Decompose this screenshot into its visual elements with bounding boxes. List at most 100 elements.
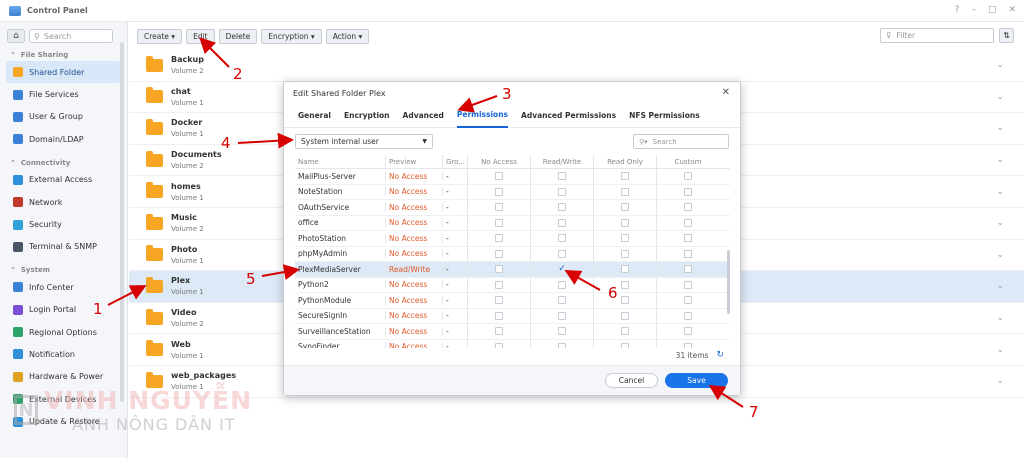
chevron-down-icon[interactable]: ⌄ — [996, 187, 1004, 197]
read-write-checkbox[interactable] — [558, 203, 566, 212]
permission-row[interactable]: phpMyAdmin No Access - — [295, 246, 730, 262]
read-only-checkbox[interactable] — [621, 203, 629, 212]
home-button[interactable]: ⌂ — [7, 29, 25, 43]
no-access-checkbox[interactable] — [495, 327, 503, 336]
encryption-button[interactable]: Encryption ▾ — [261, 28, 322, 44]
permission-row[interactable]: SurveillanceStation No Access - — [295, 324, 730, 340]
col-read-write[interactable]: Read/Write — [530, 155, 593, 168]
maximize-icon[interactable]: □ — [988, 5, 997, 15]
read-only-checkbox[interactable] — [621, 172, 629, 181]
permission-row[interactable]: PlexMediaServer Read/Write - ✓ — [295, 262, 730, 278]
no-access-checkbox[interactable] — [495, 265, 503, 274]
chevron-down-icon[interactable]: ⌄ — [996, 92, 1004, 102]
custom-checkbox[interactable] — [684, 172, 692, 181]
sidebar-item[interactable]: External Access — [0, 169, 127, 191]
read-write-checkbox[interactable] — [558, 234, 566, 243]
no-access-checkbox[interactable] — [495, 249, 503, 258]
no-access-checkbox[interactable] — [495, 311, 503, 320]
close-icon[interactable]: ✕ — [1008, 5, 1016, 15]
col-no-access[interactable]: No Access — [467, 155, 530, 168]
read-write-checkbox[interactable] — [558, 327, 566, 336]
read-only-checkbox[interactable] — [621, 218, 629, 227]
help-icon[interactable]: ? — [955, 5, 960, 15]
read-write-checkbox[interactable] — [558, 311, 566, 320]
sidebar-section-header[interactable]: ⌃ Connectivity — [0, 157, 127, 169]
chevron-down-icon[interactable]: ⌄ — [996, 218, 1004, 228]
custom-checkbox[interactable] — [684, 218, 692, 227]
sort-button[interactable]: ⇅ — [999, 28, 1014, 43]
chevron-down-icon[interactable]: ⌄ — [996, 345, 1004, 355]
dialog-close-icon[interactable]: ✕ — [722, 87, 730, 98]
folder-row[interactable]: Backup Volume 2 ⌄ — [129, 50, 1024, 82]
tab-general[interactable]: General — [298, 104, 331, 128]
delete-button[interactable]: Delete — [218, 28, 258, 44]
read-only-checkbox[interactable] — [621, 187, 629, 196]
col-name[interactable]: Name — [295, 155, 385, 168]
custom-checkbox[interactable] — [684, 280, 692, 289]
read-write-checkbox[interactable] — [558, 218, 566, 227]
refresh-icon[interactable]: ↻ — [716, 350, 724, 360]
no-access-checkbox[interactable] — [495, 187, 503, 196]
col-preview[interactable]: Preview — [385, 155, 442, 168]
tab-encryption[interactable]: Encryption — [344, 104, 390, 128]
sidebar-item[interactable]: File Services — [0, 83, 127, 105]
permission-row[interactable]: NoteStation No Access - — [295, 184, 730, 200]
custom-checkbox[interactable] — [684, 234, 692, 243]
sidebar-item[interactable]: Security — [0, 213, 127, 235]
read-only-checkbox[interactable] — [621, 280, 629, 289]
sidebar-item[interactable]: Info Center — [0, 276, 127, 298]
tab-nfs-permissions[interactable]: NFS Permissions — [629, 104, 700, 128]
sidebar-item[interactable]: Hardware & Power — [0, 366, 127, 388]
chevron-down-icon[interactable]: ⌄ — [996, 60, 1004, 70]
filter-input[interactable]: ⊽ Filter — [880, 28, 994, 43]
chevron-down-icon[interactable]: ⌄ — [996, 155, 1004, 165]
sidebar-section-header[interactable]: ⌃ System — [0, 264, 127, 276]
create-button[interactable]: Create ▾ — [137, 28, 183, 44]
custom-checkbox[interactable] — [684, 296, 692, 305]
user-type-select[interactable]: System internal user ▼ — [295, 134, 433, 149]
edit-button[interactable]: Edit — [186, 28, 215, 44]
chevron-down-icon[interactable]: ⌄ — [996, 123, 1004, 133]
permission-search-input[interactable]: ⚲▾ Search — [633, 134, 729, 149]
col-group[interactable]: Gro... — [442, 155, 467, 168]
read-only-checkbox[interactable] — [621, 311, 629, 320]
permission-row[interactable]: PhotoStation No Access - — [295, 231, 730, 247]
cancel-button[interactable]: Cancel — [605, 373, 658, 388]
sidebar-search-input[interactable]: ⚲ Search — [29, 29, 113, 43]
custom-checkbox[interactable] — [684, 187, 692, 196]
custom-checkbox[interactable] — [684, 249, 692, 258]
read-only-checkbox[interactable] — [621, 265, 629, 274]
permission-row[interactable]: Python2 No Access - — [295, 277, 730, 293]
read-only-checkbox[interactable] — [621, 327, 629, 336]
sidebar-item[interactable]: Notification — [0, 343, 127, 365]
custom-checkbox[interactable] — [684, 311, 692, 320]
read-only-checkbox[interactable] — [621, 342, 629, 348]
sidebar-section-header[interactable]: ⌃ File Sharing — [0, 49, 127, 61]
read-write-checkbox[interactable] — [558, 249, 566, 258]
permission-row[interactable]: OAuthService No Access - — [295, 200, 730, 216]
action-button[interactable]: Action ▾ — [325, 28, 370, 44]
col-read-only[interactable]: Read Only — [593, 155, 656, 168]
permission-row[interactable]: MailPlus-Server No Access - — [295, 169, 730, 185]
read-write-checkbox[interactable] — [558, 187, 566, 196]
read-write-checkbox[interactable] — [558, 280, 566, 289]
no-access-checkbox[interactable] — [495, 172, 503, 181]
read-only-checkbox[interactable] — [621, 296, 629, 305]
chevron-down-icon[interactable]: ⌄ — [996, 250, 1004, 260]
read-write-checkbox[interactable] — [558, 172, 566, 181]
permission-row[interactable]: SynoFinder No Access - — [295, 339, 730, 348]
chevron-down-icon[interactable]: ⌄ — [996, 313, 1004, 323]
chevron-down-icon[interactable]: ⌄ — [996, 376, 1004, 386]
custom-checkbox[interactable] — [684, 265, 692, 274]
save-button[interactable]: Save — [665, 373, 728, 388]
no-access-checkbox[interactable] — [495, 218, 503, 227]
sidebar-item[interactable]: Terminal & SNMP — [0, 236, 127, 258]
sidebar-item[interactable]: Shared Folder — [6, 61, 121, 84]
read-only-checkbox[interactable] — [621, 234, 629, 243]
custom-checkbox[interactable] — [684, 342, 692, 348]
sidebar-item[interactable]: Regional Options — [0, 321, 127, 343]
no-access-checkbox[interactable] — [495, 342, 503, 348]
permission-scrollbar[interactable] — [727, 250, 730, 314]
no-access-checkbox[interactable] — [495, 203, 503, 212]
sidebar-item[interactable]: Login Portal — [0, 299, 127, 321]
